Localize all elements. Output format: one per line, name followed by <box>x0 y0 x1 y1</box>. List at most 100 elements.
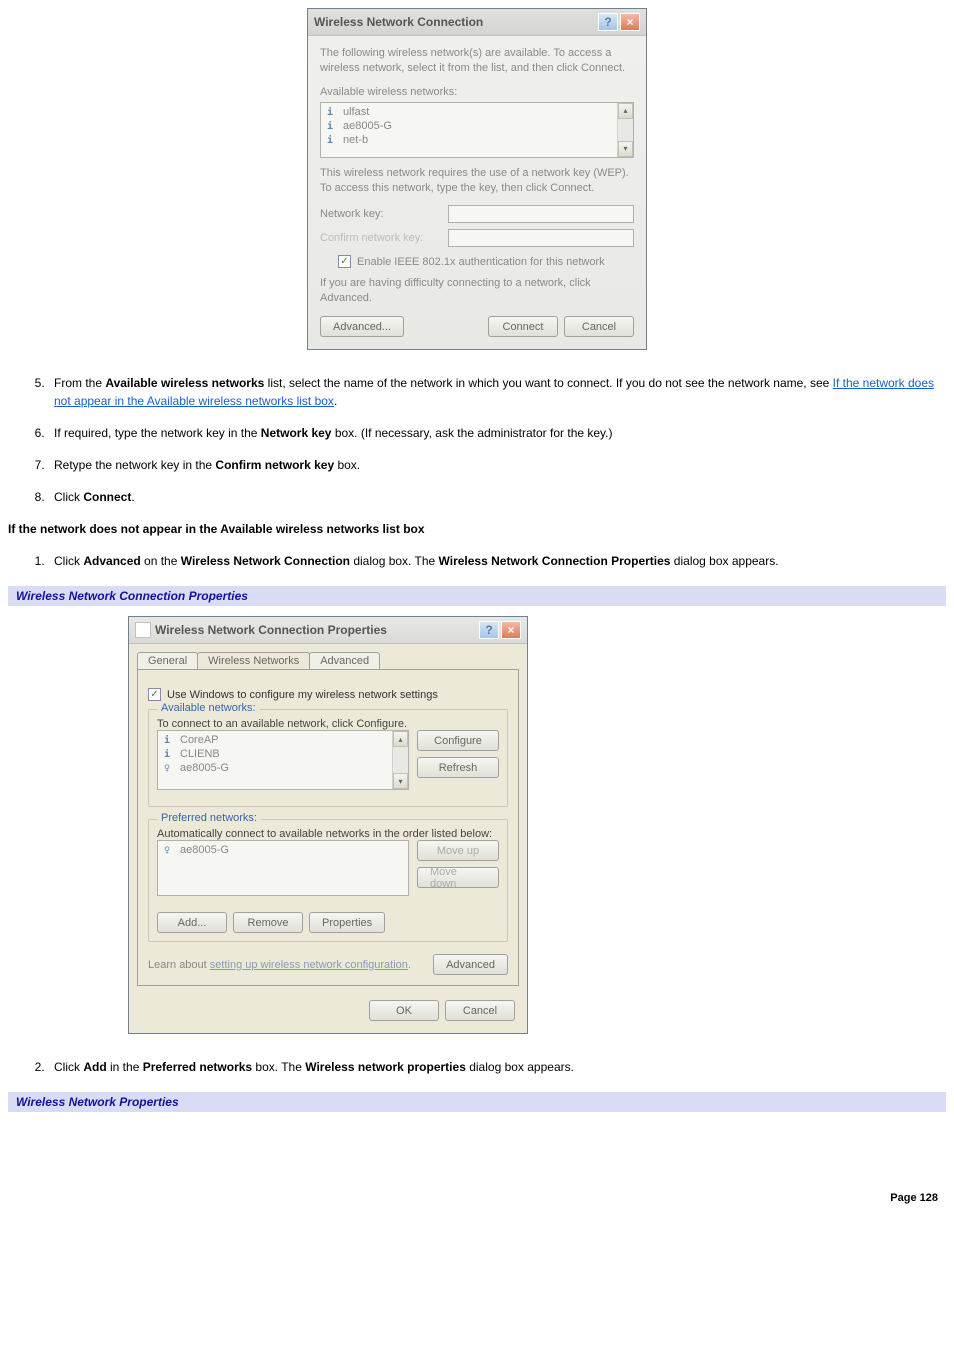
properties-section-bar: Wireless Network Connection Properties <box>8 586 946 606</box>
app-icon <box>135 622 151 638</box>
move-up-button[interactable]: Move up <box>417 840 499 861</box>
preferred-group: Preferred networks: Automatically connec… <box>148 819 508 942</box>
tab-strip: General Wireless Networks Advanced <box>137 652 519 669</box>
advanced-button[interactable]: Advanced... <box>320 316 404 337</box>
scrollbar[interactable]: ▴ ▾ <box>392 731 408 789</box>
network-name: CLIENB <box>180 748 220 760</box>
learn-text: Learn about setting up wireless network … <box>148 959 411 971</box>
signal-icon: i <box>164 749 174 759</box>
configure-button[interactable]: Configure <box>417 730 499 751</box>
wep-text: This wireless network requires the use o… <box>320 166 634 196</box>
checkbox-icon[interactable]: ✓ <box>148 688 161 701</box>
list-item[interactable]: i ae8005-G <box>325 119 629 133</box>
tab-advanced[interactable]: Advanced <box>309 652 380 669</box>
preferred-desc: Automatically connect to available netwo… <box>157 828 499 840</box>
confirm-key-row: Confirm network key: <box>320 229 634 247</box>
available-group-label: Available networks: <box>157 702 260 714</box>
learn-link[interactable]: setting up wireless network configuratio… <box>210 959 408 971</box>
list-item[interactable]: i CoreAP <box>162 733 404 747</box>
network-name: ae8005-G <box>343 120 392 132</box>
confirm-key-label: Confirm network key: <box>320 232 440 244</box>
list-item[interactable]: i net-b <box>325 133 629 147</box>
title-bar: Wireless Network Connection ? × <box>308 9 646 36</box>
list-item[interactable]: i CLIENB <box>162 747 404 761</box>
instruction-list: From the Available wireless networks lis… <box>8 374 946 506</box>
ieee-checkbox-label: Enable IEEE 802.1x authentication for th… <box>357 256 605 268</box>
network-name: ae8005-G <box>180 844 229 856</box>
secure-signal-icon: ♀ <box>164 763 174 773</box>
checkbox-icon[interactable]: ✓ <box>338 255 351 268</box>
wireless-connection-dialog: Wireless Network Connection ? × The foll… <box>307 8 647 350</box>
step-5: From the Available wireless networks lis… <box>48 374 946 410</box>
available-desc: To connect to an available network, clic… <box>157 718 499 730</box>
substep-2: Click Add in the Preferred networks box.… <box>48 1058 946 1076</box>
step-7: Retype the network key in the Confirm ne… <box>48 456 946 474</box>
difficulty-text: If you are having difficulty connecting … <box>320 276 634 306</box>
preferred-networks-list[interactable]: ♀ ae8005-G <box>157 840 409 896</box>
available-networks-list[interactable]: i CoreAP i CLIENB ♀ ae8005-G ▴ ▾ <box>157 730 409 790</box>
tab-wireless-networks[interactable]: Wireless Networks <box>197 652 310 669</box>
step-6: If required, type the network key in the… <box>48 424 946 442</box>
dialog-title: Wireless Network Connection <box>314 15 596 29</box>
scroll-down-icon[interactable]: ▾ <box>618 141 633 157</box>
available-networks-label: Available wireless networks: <box>320 86 634 98</box>
page-number: Page 128 <box>8 1192 946 1204</box>
sub-instruction-list-2: Click Add in the Preferred networks box.… <box>8 1058 946 1076</box>
scrollbar[interactable]: ▴ ▾ <box>617 103 633 157</box>
move-down-button[interactable]: Move down <box>417 867 499 888</box>
use-windows-label: Use Windows to configure my wireless net… <box>167 689 438 701</box>
list-item[interactable]: ♀ ae8005-G <box>162 843 404 857</box>
wireless-properties-dialog: Wireless Network Connection Properties ?… <box>128 616 528 1034</box>
ieee-checkbox-row[interactable]: ✓ Enable IEEE 802.1x authentication for … <box>338 255 634 268</box>
dialog-button-row: OK Cancel <box>129 994 527 1033</box>
button-row: Advanced... Connect Cancel <box>320 316 634 337</box>
scroll-up-icon[interactable]: ▴ <box>618 103 633 119</box>
remove-button[interactable]: Remove <box>233 912 303 933</box>
properties-button[interactable]: Properties <box>309 912 385 933</box>
step-8: Click Connect. <box>48 488 946 506</box>
network-name: ae8005-G <box>180 762 229 774</box>
section-heading: If the network does not appear in the Av… <box>8 522 946 536</box>
available-group: Available networks: To connect to an ava… <box>148 709 508 807</box>
list-item[interactable]: ♀ ae8005-G <box>162 761 404 775</box>
list-item[interactable]: iulfast <box>325 105 629 119</box>
cancel-button[interactable]: Cancel <box>445 1000 515 1021</box>
scroll-down-icon[interactable]: ▾ <box>393 773 408 789</box>
network-key-input[interactable] <box>448 205 634 223</box>
available-networks-list[interactable]: iulfast iae8005-G inet-b ▴ ▾ <box>320 102 634 158</box>
signal-icon: i <box>164 735 174 745</box>
close-icon[interactable]: × <box>501 621 521 639</box>
add-button[interactable]: Add... <box>157 912 227 933</box>
network-key-label: Network key: <box>320 208 440 220</box>
connect-button[interactable]: Connect <box>488 316 558 337</box>
intro-text: The following wireless network(s) are av… <box>320 46 634 76</box>
substep-1: Click Advanced on the Wireless Network C… <box>48 552 946 570</box>
advanced-button[interactable]: Advanced <box>433 954 508 975</box>
tab-general[interactable]: General <box>137 652 198 669</box>
secure-signal-icon: ♀ <box>164 845 174 855</box>
wireless-properties-bar: Wireless Network Properties <box>8 1092 946 1112</box>
sub-instruction-list: Click Advanced on the Wireless Network C… <box>8 552 946 570</box>
help-icon[interactable]: ? <box>598 13 618 31</box>
preferred-group-label: Preferred networks: <box>157 812 261 824</box>
dialog-body: The following wireless network(s) are av… <box>308 36 646 349</box>
network-name: net-b <box>343 134 368 146</box>
dialog-title: Wireless Network Connection Properties <box>155 623 477 637</box>
help-icon[interactable]: ? <box>479 621 499 639</box>
title-bar: Wireless Network Connection Properties ?… <box>129 617 527 644</box>
tab-panel: ✓ Use Windows to configure my wireless n… <box>137 669 519 986</box>
use-windows-checkbox-row[interactable]: ✓ Use Windows to configure my wireless n… <box>148 688 508 701</box>
scroll-up-icon[interactable]: ▴ <box>393 731 408 747</box>
signal-icon: i <box>327 121 337 131</box>
signal-icon: i <box>327 107 337 117</box>
network-name: CoreAP <box>180 734 219 746</box>
ok-button[interactable]: OK <box>369 1000 439 1021</box>
network-key-row: Network key: <box>320 205 634 223</box>
cancel-button[interactable]: Cancel <box>564 316 634 337</box>
pref-button-row: Add... Remove Properties <box>157 912 499 933</box>
close-icon[interactable]: × <box>620 13 640 31</box>
confirm-key-input[interactable] <box>448 229 634 247</box>
network-name: ulfast <box>343 106 369 118</box>
refresh-button[interactable]: Refresh <box>417 757 499 778</box>
signal-icon: i <box>327 135 337 145</box>
